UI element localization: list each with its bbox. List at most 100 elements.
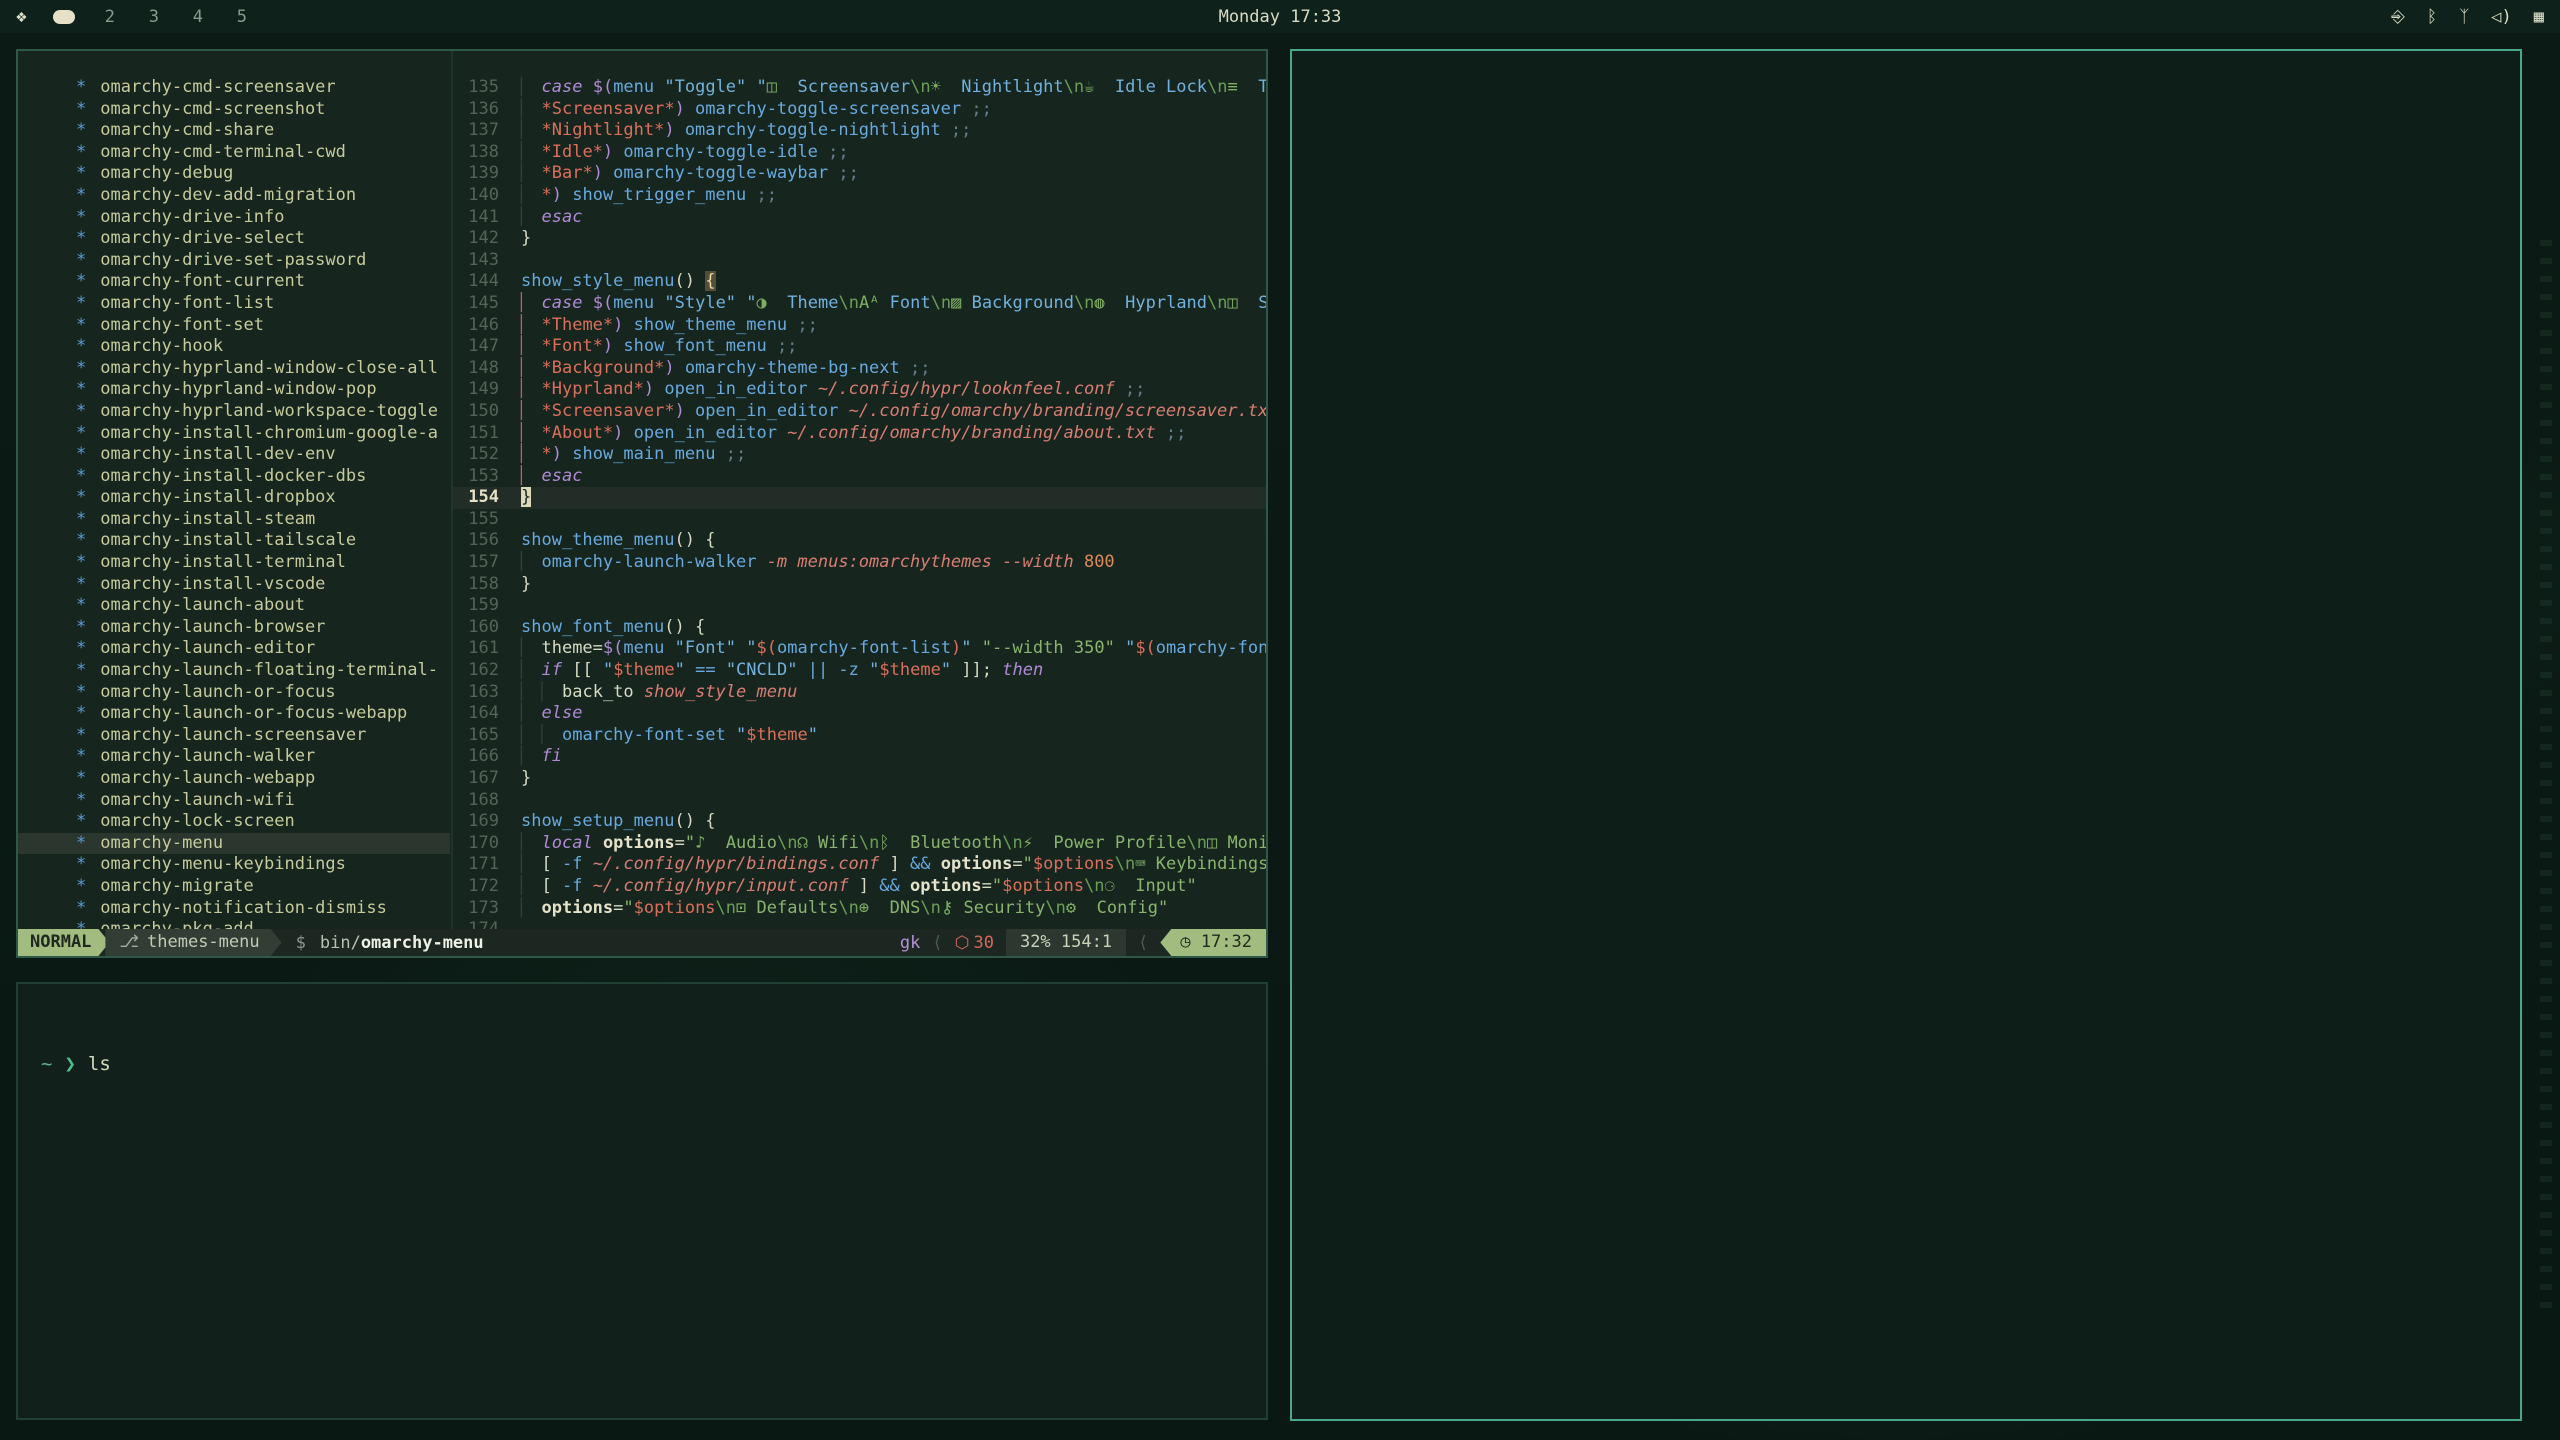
code-pane: 135▏ case $(menu "Toggle" "◫ Screensaver…	[453, 77, 1266, 929]
code-line[interactable]: 161▏ theme=$(menu "Font" "$(omarchy-font…	[453, 638, 1266, 660]
file-list-item[interactable]: *omarchy-debug	[18, 163, 450, 185]
code-line[interactable]: 148▏ *Background*) omarchy-theme-bg-next…	[453, 358, 1266, 380]
code-line[interactable]: 149▏ *Hyprland*) open_in_editor ~/.confi…	[453, 379, 1266, 401]
code-line[interactable]: 171▏ [ -f ~/.config/hypr/bindings.conf ]…	[453, 854, 1266, 876]
code-line[interactable]: 145▏ case $(menu "Style" "◑ Theme\nAᴬ Fo…	[453, 293, 1266, 315]
file-list-item[interactable]: *omarchy-launch-floating-terminal-	[18, 660, 450, 682]
omarchy-logo-icon[interactable]: ❖	[16, 6, 27, 27]
code-line[interactable]: 144show_style_menu() {	[453, 271, 1266, 293]
file-list-item[interactable]: *omarchy-drive-select	[18, 228, 450, 250]
file-list-item[interactable]: *omarchy-launch-or-focus	[18, 682, 450, 704]
workspace-3[interactable]: 3	[145, 7, 163, 27]
file-list-item[interactable]: *omarchy-menu	[18, 833, 450, 855]
code-line[interactable]: 153▏ esac	[453, 466, 1266, 488]
file-list-item[interactable]: *omarchy-install-chromium-google-a	[18, 423, 450, 445]
file-list-item[interactable]: *omarchy-install-docker-dbs	[18, 466, 450, 488]
code-line[interactable]: 152▏ *) show_main_menu ;;	[453, 444, 1266, 466]
network-icon[interactable]: ᛉ	[2459, 7, 2469, 27]
code-line[interactable]: 170▏ local options="♪ Audio\n☊ Wifi\nᛒ B…	[453, 833, 1266, 855]
code-line[interactable]: 173▏ options="$options\n⊡ Defaults\n⊕ DN…	[453, 898, 1266, 920]
code-line[interactable]: 155	[453, 509, 1266, 531]
code-line[interactable]: 163▏ ▏ back_to show_style_menu	[453, 682, 1266, 704]
file-list-item[interactable]: *omarchy-font-current	[18, 271, 450, 293]
code-line[interactable]: 137▏ *Nightlight*) omarchy-toggle-nightl…	[453, 120, 1266, 142]
file-list-item[interactable]: *omarchy-dev-add-migration	[18, 185, 450, 207]
bluetooth-icon[interactable]: ᛒ	[2427, 7, 2437, 27]
workspace-4[interactable]: 4	[189, 7, 207, 27]
code-line[interactable]: 156show_theme_menu() {	[453, 530, 1266, 552]
code-line[interactable]: 135▏ case $(menu "Toggle" "◫ Screensaver…	[453, 77, 1266, 99]
line-number: 153	[453, 466, 499, 488]
file-list-item[interactable]: *omarchy-launch-walker	[18, 746, 450, 768]
file-list-item[interactable]: *omarchy-cmd-terminal-cwd	[18, 142, 450, 164]
code-line[interactable]: 142}	[453, 228, 1266, 250]
workspace-2[interactable]: 2	[101, 7, 119, 27]
file-list-item[interactable]: *omarchy-launch-editor	[18, 638, 450, 660]
file-list-pane: *omarchy-cmd-screensaver*omarchy-cmd-scr…	[18, 77, 450, 929]
file-list-item[interactable]: *omarchy-lock-screen	[18, 811, 450, 833]
shell-prompt: ~❯ls	[41, 1054, 1256, 1076]
code-line[interactable]: 162▏ if [[ "$theme" == "CNCLD" || -z "$t…	[453, 660, 1266, 682]
file-list-item[interactable]: *omarchy-cmd-screensaver	[18, 77, 450, 99]
code-line[interactable]: 172▏ [ -f ~/.config/hypr/input.conf ] &&…	[453, 876, 1266, 898]
file-list-item[interactable]: *omarchy-install-dropbox	[18, 487, 450, 509]
file-list-item[interactable]: *omarchy-drive-set-password	[18, 250, 450, 272]
workspace-5[interactable]: 5	[233, 7, 251, 27]
code-line[interactable]: 159	[453, 595, 1266, 617]
code-line[interactable]: 150▏ *Screensaver*) open_in_editor ~/.co…	[453, 401, 1266, 423]
code-line[interactable]: 139▏ *Bar*) omarchy-toggle-waybar ;;	[453, 163, 1266, 185]
file-list-item[interactable]: *omarchy-cmd-share	[18, 120, 450, 142]
file-list-item[interactable]: *omarchy-menu-keybindings	[18, 854, 450, 876]
file-list-item[interactable]: *omarchy-font-set	[18, 315, 450, 337]
file-list-item[interactable]: *omarchy-install-terminal	[18, 552, 450, 574]
logout-icon[interactable]: ⎆	[2391, 7, 2405, 27]
file-list-item[interactable]: *omarchy-install-tailscale	[18, 530, 450, 552]
file-list-item[interactable]: *omarchy-launch-webapp	[18, 768, 450, 790]
file-name: omarchy-pkg-add	[100, 919, 254, 929]
file-list-item[interactable]: *omarchy-pkg-add	[18, 919, 450, 929]
file-name: omarchy-launch-walker	[100, 746, 315, 766]
file-list-item[interactable]: *omarchy-migrate	[18, 876, 450, 898]
file-list-item[interactable]: *omarchy-notification-dismiss	[18, 898, 450, 920]
file-list-item[interactable]: *omarchy-hyprland-workspace-toggle	[18, 401, 450, 423]
code-line[interactable]: 174	[453, 919, 1266, 929]
file-list-item[interactable]: *omarchy-hyprland-window-pop	[18, 379, 450, 401]
code-line[interactable]: 168	[453, 790, 1266, 812]
code-line[interactable]: 151▏ *About*) open_in_editor ~/.config/o…	[453, 423, 1266, 445]
file-list-item[interactable]: *omarchy-install-vscode	[18, 574, 450, 596]
file-list-item[interactable]: *omarchy-cmd-screenshot	[18, 99, 450, 121]
file-list-item[interactable]: *omarchy-install-dev-env	[18, 444, 450, 466]
file-list-item[interactable]: *omarchy-launch-about	[18, 595, 450, 617]
code-line[interactable]: 169show_setup_menu() {	[453, 811, 1266, 833]
file-list-item[interactable]: *omarchy-launch-or-focus-webapp	[18, 703, 450, 725]
statusline-clock: ◷ 17:32	[1160, 929, 1266, 956]
code-line[interactable]: 143	[453, 250, 1266, 272]
file-list-item[interactable]: *omarchy-hyprland-window-close-all	[18, 358, 450, 380]
code-line[interactable]: 138▏ *Idle*) omarchy-toggle-idle ;;	[453, 142, 1266, 164]
volume-icon[interactable]: ◁)	[2491, 7, 2511, 27]
code-line[interactable]: 141▏ esac	[453, 207, 1266, 229]
cursor-position: 32% 154:1	[1006, 929, 1126, 956]
code-line[interactable]: 158}	[453, 574, 1266, 596]
code-line[interactable]: 164▏ else	[453, 703, 1266, 725]
file-list-item[interactable]: *omarchy-hook	[18, 336, 450, 358]
code-line[interactable]: 147▏ *Font*) show_font_menu ;;	[453, 336, 1266, 358]
code-line[interactable]: 140▏ *) show_trigger_menu ;;	[453, 185, 1266, 207]
chip-icon[interactable]: ▦	[2534, 7, 2544, 27]
file-list-item[interactable]: *omarchy-drive-info	[18, 207, 450, 229]
file-list-item[interactable]: *omarchy-launch-wifi	[18, 790, 450, 812]
code-line[interactable]: 166▏ fi	[453, 746, 1266, 768]
file-list-item[interactable]: *omarchy-font-list	[18, 293, 450, 315]
code-line[interactable]: 136▏ *Screensaver*) omarchy-toggle-scree…	[453, 99, 1266, 121]
code-line[interactable]: 167}	[453, 768, 1266, 790]
code-line[interactable]: 154}	[453, 487, 1266, 509]
code-line[interactable]: 165▏ ▏ omarchy-font-set "$theme"	[453, 725, 1266, 747]
file-list-item[interactable]: *omarchy-launch-screensaver	[18, 725, 450, 747]
file-list-item[interactable]: *omarchy-launch-browser	[18, 617, 450, 639]
code-line[interactable]: 157▏ omarchy-launch-walker -m menus:omar…	[453, 552, 1266, 574]
workspace-1-active[interactable]	[53, 10, 75, 24]
file-name: omarchy-install-dev-env	[100, 444, 335, 464]
code-line[interactable]: 160show_font_menu() {	[453, 617, 1266, 639]
file-list-item[interactable]: *omarchy-install-steam	[18, 509, 450, 531]
code-line[interactable]: 146▏ *Theme*) show_theme_menu ;;	[453, 315, 1266, 337]
